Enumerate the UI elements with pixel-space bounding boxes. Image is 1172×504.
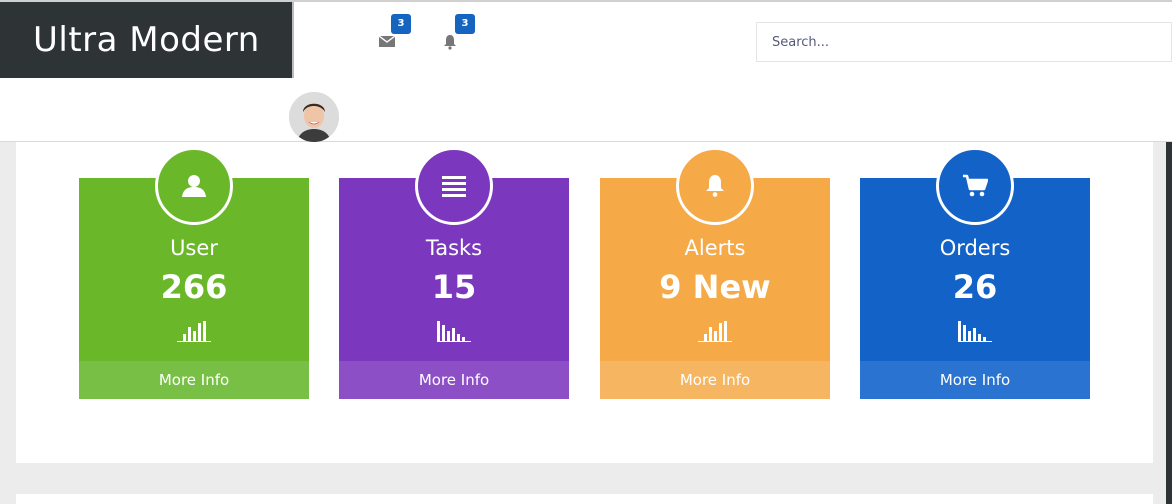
brand-divider (292, 2, 294, 78)
alerts-icon-circle (676, 147, 754, 225)
notifications-button[interactable]: 3 (442, 14, 475, 58)
bars-down-icon (958, 321, 992, 342)
envelope-icon (378, 35, 396, 47)
user-avatar[interactable] (289, 92, 339, 142)
tasks-icon-circle (415, 147, 493, 225)
card-value: 15 (431, 268, 477, 306)
secondary-panel (16, 494, 1153, 504)
card-value: 266 (160, 268, 228, 306)
card-value: 26 (952, 268, 998, 306)
messages-count-badge: 3 (391, 14, 411, 34)
bars-down-icon (437, 321, 471, 342)
orders-icon-circle (936, 147, 1014, 225)
bell-icon (706, 175, 724, 197)
user-icon (182, 175, 206, 197)
more-info-link[interactable]: More Info (860, 361, 1090, 399)
messages-button[interactable]: 3 (378, 14, 411, 58)
notifications-count-badge: 3 (455, 14, 475, 34)
avatar-image (289, 92, 339, 142)
more-info-link[interactable]: More Info (339, 361, 569, 399)
bell-icon (444, 35, 456, 50)
top-header: Ultra Modern 3 3 (0, 0, 1172, 142)
card-title: Orders (939, 236, 1011, 260)
bars-up-icon (698, 321, 732, 342)
search-box (756, 22, 1172, 62)
card-title: Alerts (684, 236, 746, 260)
alerts-stat-card: Alerts 9 New More Info (600, 147, 830, 399)
more-info-link[interactable]: More Info (79, 361, 309, 399)
card-title: Tasks (425, 236, 483, 260)
more-info-link[interactable]: More Info (600, 361, 830, 399)
user-stat-card: User 266 More Info (79, 147, 309, 399)
cart-icon (963, 174, 988, 197)
list-icon (442, 176, 466, 197)
card-title: User (170, 236, 218, 260)
user-icon-circle (155, 147, 233, 225)
card-value: 9 New (659, 268, 771, 306)
orders-stat-card: Orders 26 More Info (860, 147, 1090, 399)
tasks-stat-card: Tasks 15 More Info (339, 147, 569, 399)
search-input[interactable] (757, 23, 1171, 61)
bars-up-icon (177, 321, 211, 342)
brand-logo[interactable]: Ultra Modern (0, 2, 292, 78)
scrollbar-track[interactable] (1166, 142, 1172, 504)
